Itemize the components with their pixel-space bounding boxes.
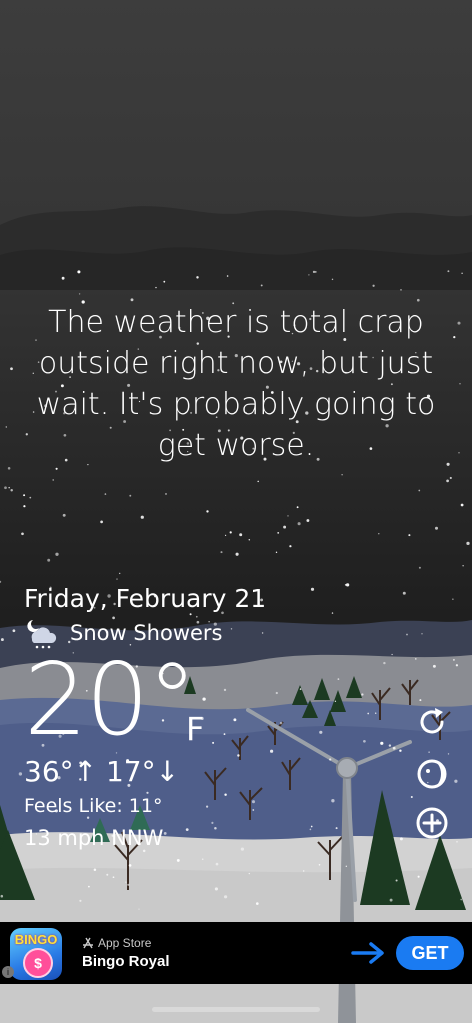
add-location-button[interactable] xyxy=(414,805,450,841)
weather-quote: The weather is total crap outside right … xyxy=(36,305,436,463)
refresh-icon xyxy=(420,708,444,734)
app-icon-ball: $ xyxy=(23,948,53,978)
high-low-temperature: 36°↑ 17°↓ xyxy=(24,755,180,788)
temperature-unit[interactable]: F xyxy=(186,710,204,748)
app-store-icon xyxy=(83,937,93,949)
moon-phase-icon xyxy=(417,759,447,789)
home-indicator[interactable] xyxy=(152,1007,320,1012)
app-icon[interactable]: BINGO $ xyxy=(10,928,62,980)
store-name: App Store xyxy=(98,936,152,950)
current-temperature: 20° xyxy=(24,641,197,758)
moon-phase-button[interactable] xyxy=(414,756,450,792)
app-icon-word: BINGO xyxy=(14,932,58,947)
arrow-right-icon xyxy=(351,942,384,964)
ad-app-name: Bingo Royal xyxy=(82,953,170,970)
ad-info-icon[interactable]: i xyxy=(2,966,14,978)
add-icon xyxy=(416,807,448,839)
ad-banner[interactable]: BINGO $ i App Store Bingo Royal GET xyxy=(0,922,472,984)
current-date: Friday, February 21 xyxy=(24,584,267,613)
wind-info: 13 mph NNW xyxy=(24,826,164,850)
weather-scene-background xyxy=(0,0,472,1023)
store-label: App Store xyxy=(82,936,151,950)
get-button[interactable]: GET xyxy=(396,936,464,970)
refresh-button[interactable] xyxy=(414,704,450,740)
feels-like: Feels Like: 11° xyxy=(24,795,163,817)
